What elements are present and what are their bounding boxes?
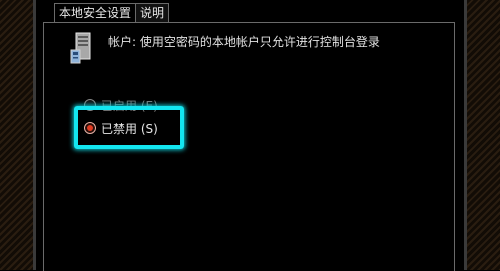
window-frame-right (464, 0, 500, 270)
tab-local-security-setting[interactable]: 本地安全设置 (54, 3, 137, 22)
option-enabled[interactable]: 已启用 (E) (84, 97, 158, 113)
radio-enabled[interactable] (84, 99, 96, 111)
radio-disabled[interactable] (84, 122, 96, 134)
tab-bar: 本地安全设置 说明 (54, 3, 170, 22)
computer-tower-icon (70, 32, 94, 66)
tab-explain[interactable]: 说明 (135, 3, 170, 22)
option-disabled-label: 已禁用 (S) (101, 121, 158, 136)
window-frame-left (0, 0, 36, 270)
option-enabled-label: 已启用 (E) (101, 98, 158, 113)
policy-properties-dialog: 本地安全设置 说明 帐户: 使用空密码的本地帐户只允许进行控制台登录 已启用 (… (36, 0, 464, 271)
option-disabled[interactable]: 已禁用 (S) (84, 120, 158, 136)
tab-panel: 帐户: 使用空密码的本地帐户只允许进行控制台登录 已启用 (E) 已禁用 (S) (43, 22, 455, 271)
policy-title: 帐户: 使用空密码的本地帐户只允许进行控制台登录 (108, 35, 380, 49)
